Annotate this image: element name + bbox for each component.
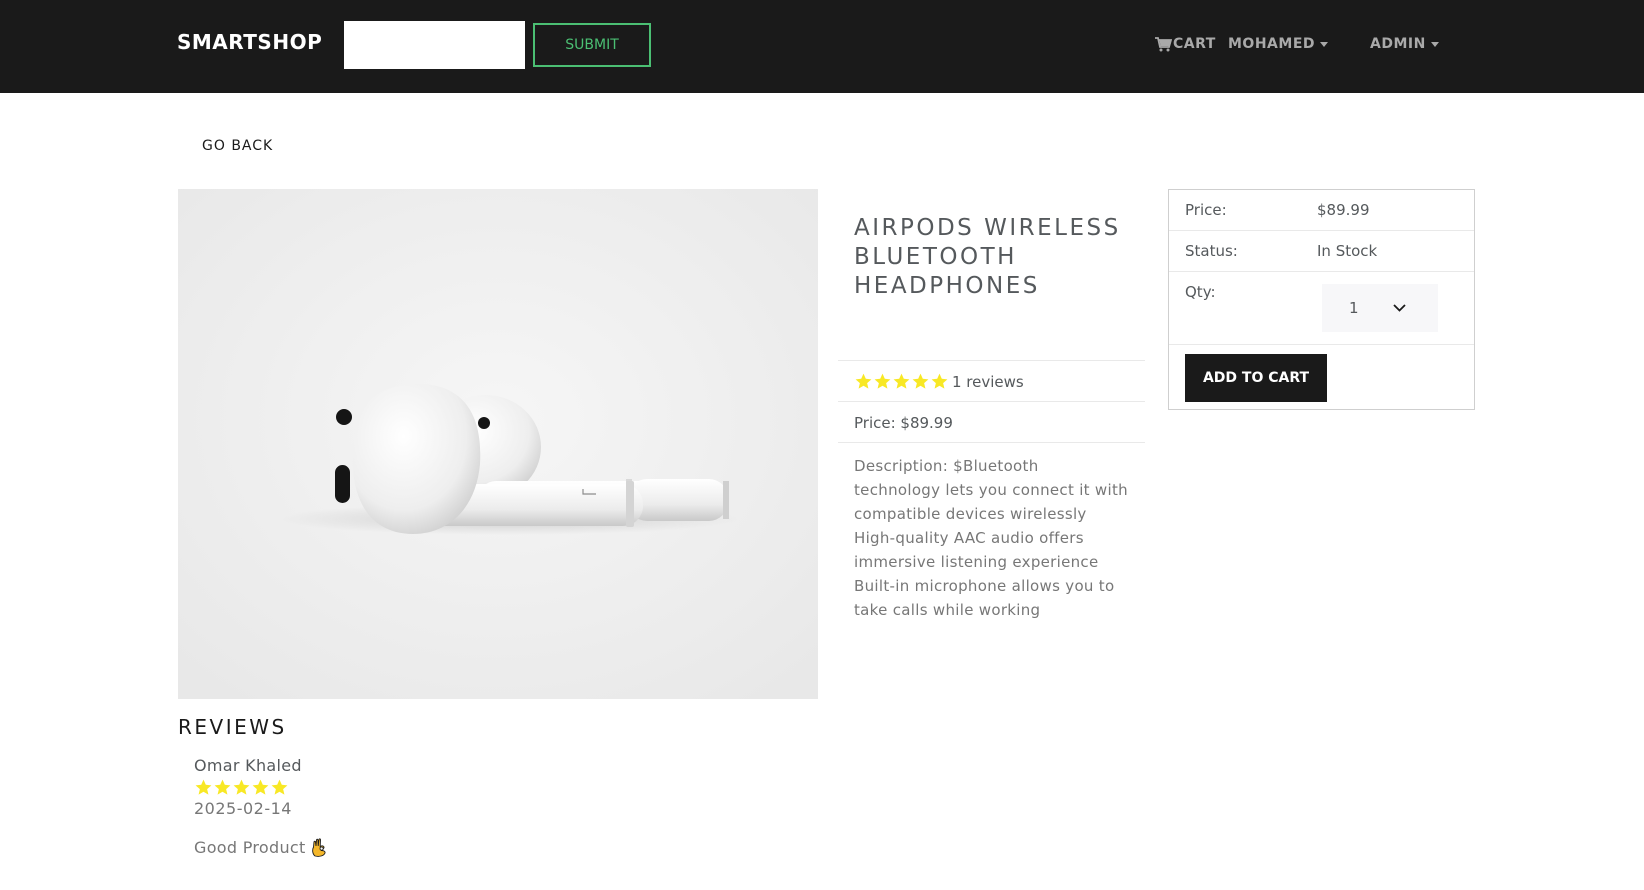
reviews-heading: REVIEWS — [178, 715, 287, 739]
star-icon — [893, 373, 910, 389]
user-menu-label: MOHAMED — [1228, 36, 1316, 52]
star-icon — [855, 373, 872, 389]
qty-select[interactable]: 1 — [1322, 284, 1438, 332]
reviewer-name: Omar Khaled — [194, 756, 302, 775]
reviews-count: 1 reviews — [952, 372, 1024, 391]
star-icon — [195, 779, 212, 795]
caret-down-icon — [1320, 41, 1329, 47]
star-icon — [252, 779, 269, 795]
product-rating: 1 reviews — [838, 361, 1145, 402]
product-image — [178, 189, 818, 699]
ok-hand-icon — [311, 838, 326, 857]
price-label: Price: — [1185, 201, 1227, 219]
rating-stars — [854, 372, 949, 391]
brand-logo[interactable]: SMARTSHOP — [177, 30, 322, 54]
card-price-row: Price: $89.99 — [1169, 190, 1474, 231]
card-button-row: ADD TO CART — [1169, 345, 1474, 410]
caret-down-icon — [1430, 41, 1439, 47]
star-icon — [912, 373, 929, 389]
price-value: $89.99 — [1317, 201, 1370, 219]
admin-menu-label: ADMIN — [1370, 36, 1426, 52]
status-value: In Stock — [1317, 242, 1378, 260]
review-date: 2025-02-14 — [194, 799, 292, 818]
card-qty-row: Qty: 1 — [1169, 272, 1474, 345]
review-rating-stars — [194, 778, 327, 797]
go-back-button[interactable]: GO BACK — [193, 138, 282, 154]
cart-link[interactable]: CART — [1155, 36, 1216, 52]
star-icon — [214, 779, 231, 795]
product-description: Description: $Bluetooth technology lets … — [854, 457, 1128, 619]
top-navbar: SMARTSHOP SUBMIT CART MOHAMED ADMIN — [0, 0, 1644, 93]
card-status-row: Status: In Stock — [1169, 231, 1474, 272]
airpods-product-photo — [178, 189, 818, 699]
user-menu-dropdown[interactable]: MOHAMED — [1228, 36, 1329, 52]
product-title: AIRPODS WIRELESS BLUETOOTH HEADPHONES — [838, 189, 1145, 361]
status-label: Status: — [1185, 242, 1238, 260]
review-comment: Good Product — [194, 838, 306, 857]
qty-selected-value: 1 — [1349, 299, 1359, 317]
star-icon — [931, 373, 948, 389]
shopping-cart-icon — [1155, 36, 1172, 51]
product-price: Price: $89.99 — [838, 402, 1145, 443]
star-icon — [271, 779, 288, 795]
qty-label: Qty: — [1185, 283, 1216, 301]
star-icon — [233, 779, 250, 795]
submit-button[interactable]: SUBMIT — [533, 23, 651, 67]
chevron-down-icon — [1393, 304, 1406, 312]
review-comment-row: Good Product — [194, 838, 327, 857]
add-to-cart-button[interactable]: ADD TO CART — [1185, 353, 1327, 402]
review-item: Omar Khaled 2025-02-14 Good Product — [194, 756, 327, 857]
star-icon — [874, 373, 891, 389]
search-input[interactable] — [344, 21, 525, 69]
admin-menu-dropdown[interactable]: ADMIN — [1370, 36, 1439, 52]
product-info: AIRPODS WIRELESS BLUETOOTH HEADPHONES 1 … — [838, 189, 1145, 633]
purchase-card: Price: $89.99 Status: In Stock Qty: 1 AD… — [1168, 189, 1475, 410]
cart-label: CART — [1173, 36, 1216, 52]
